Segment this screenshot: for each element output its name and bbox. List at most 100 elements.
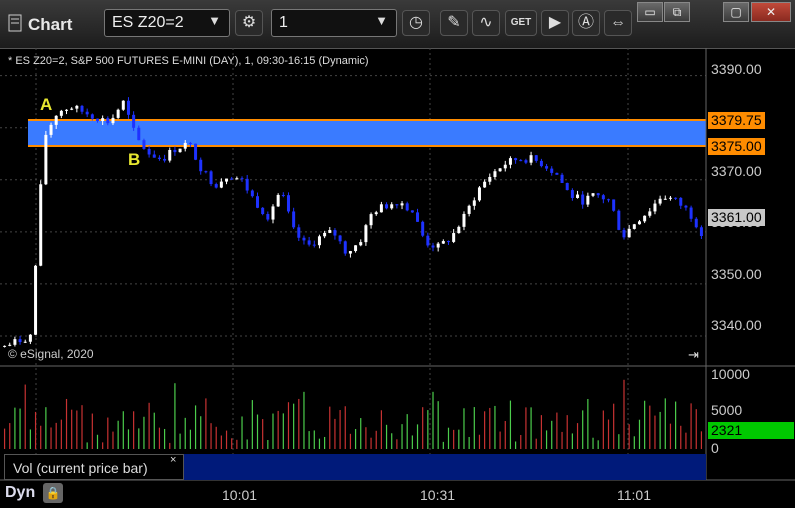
- candle-body: [591, 193, 595, 196]
- volume-study-label[interactable]: Vol (current price bar): [4, 454, 184, 480]
- volume-bar: [556, 412, 558, 449]
- candle-body: [80, 105, 84, 112]
- candle-body: [612, 199, 616, 211]
- settings-icon[interactable]: ⚙: [235, 10, 263, 36]
- clock-icon[interactable]: ◷: [402, 10, 430, 36]
- volume-bar: [566, 415, 568, 449]
- candle-body: [13, 339, 17, 345]
- candle-body: [178, 148, 182, 153]
- volume-bar: [76, 410, 78, 449]
- volume-bar: [618, 434, 620, 449]
- chart-header: * ES Z20=2, S&P 500 FUTURES E-MINI (DAY)…: [8, 55, 369, 67]
- volume-bar: [360, 418, 362, 449]
- candle-body: [90, 114, 94, 119]
- candle-body: [637, 221, 641, 225]
- candle-body: [679, 197, 683, 206]
- volume-bar: [458, 429, 460, 449]
- volume-bar: [107, 417, 109, 449]
- candle-body: [421, 221, 425, 236]
- study-icon[interactable]: ∿: [472, 10, 500, 36]
- last-price-tag: 3361.00: [708, 209, 765, 226]
- candle-body: [163, 158, 167, 161]
- volume-bar: [447, 427, 450, 449]
- volume-bar: [143, 416, 145, 449]
- volume-bar: [14, 407, 16, 449]
- volume-bar: [349, 433, 352, 449]
- candle-body: [379, 204, 383, 213]
- volume-bar: [71, 409, 73, 449]
- volume-bar: [163, 428, 166, 449]
- candle-body: [431, 245, 435, 248]
- price-chart[interactable]: [0, 48, 795, 508]
- close-icon[interactable]: ×: [170, 454, 176, 466]
- volume-bar: [55, 422, 57, 449]
- volume-bar: [329, 406, 331, 449]
- candle-body: [152, 154, 156, 158]
- candle-body: [250, 190, 254, 197]
- volume-bar: [318, 438, 321, 449]
- candle-body: [219, 181, 223, 188]
- candle-body: [694, 218, 698, 228]
- restore-button[interactable]: ⧉: [664, 2, 690, 22]
- volume-bar: [45, 407, 47, 449]
- candle-body: [23, 341, 27, 343]
- level-a-tag: 3379.75: [708, 112, 765, 129]
- candle-body: [312, 244, 316, 246]
- candle-body: [225, 178, 229, 182]
- volume-bar: [153, 412, 155, 449]
- volume-bar: [138, 428, 140, 449]
- volume-bar: [628, 424, 630, 449]
- candle-body: [472, 200, 476, 206]
- volume-bar: [365, 427, 367, 449]
- symbol-combo[interactable]: ES Z20=2 ▼: [104, 9, 230, 37]
- volume-bar: [9, 423, 11, 449]
- volume-bar: [520, 435, 522, 449]
- volume-bar: [339, 410, 341, 449]
- volume-bar: [158, 427, 161, 449]
- volume-bar: [623, 379, 625, 449]
- candle-body: [317, 236, 321, 246]
- volume-bar: [29, 429, 31, 449]
- get-icon[interactable]: GET: [505, 10, 537, 36]
- candle-body: [54, 115, 58, 125]
- volume-bar: [262, 419, 264, 449]
- candle-body: [194, 143, 198, 160]
- volume-bar: [102, 442, 104, 449]
- candle-body: [323, 232, 327, 237]
- volume-bar: [19, 408, 21, 449]
- candle-body: [446, 241, 450, 243]
- volume-bar: [282, 413, 284, 449]
- volume-bar: [644, 400, 646, 449]
- volume-bar: [298, 398, 300, 449]
- volume-bar: [287, 402, 290, 449]
- candle-body: [276, 194, 280, 207]
- arrows-icon[interactable]: ⇔: [604, 10, 632, 36]
- close-button[interactable]: ✕: [751, 2, 791, 22]
- candle-body: [545, 166, 549, 169]
- price-tick: 3370.00: [711, 163, 762, 179]
- volume-bar: [422, 407, 424, 449]
- volume-bar: [122, 411, 124, 449]
- pencil-icon[interactable]: ✎: [440, 10, 468, 36]
- play-icon[interactable]: ▶: [541, 10, 569, 36]
- volume-bar: [40, 425, 42, 449]
- volume-bar: [633, 436, 635, 449]
- alert-icon[interactable]: Ⓐ: [572, 10, 600, 36]
- candle-body: [204, 171, 208, 173]
- lock-icon[interactable]: 🔒: [43, 483, 63, 503]
- scroll-end-icon[interactable]: ⇥: [688, 347, 699, 363]
- candle-body: [286, 195, 290, 212]
- volume-bar: [463, 408, 465, 449]
- candle-body: [674, 197, 678, 199]
- dyn-label[interactable]: Dyn: [5, 484, 35, 502]
- volume-bar: [587, 398, 589, 449]
- volume-bar: [169, 442, 171, 449]
- volume-bar: [179, 433, 181, 449]
- candle-body: [245, 178, 249, 191]
- maximize-button[interactable]: ▢: [723, 2, 749, 22]
- volume-bar: [60, 419, 62, 449]
- minimize-button[interactable]: ▭: [637, 2, 663, 22]
- candle-body: [436, 243, 440, 248]
- candle-body: [230, 178, 234, 180]
- interval-combo[interactable]: 1 ▼: [271, 9, 397, 37]
